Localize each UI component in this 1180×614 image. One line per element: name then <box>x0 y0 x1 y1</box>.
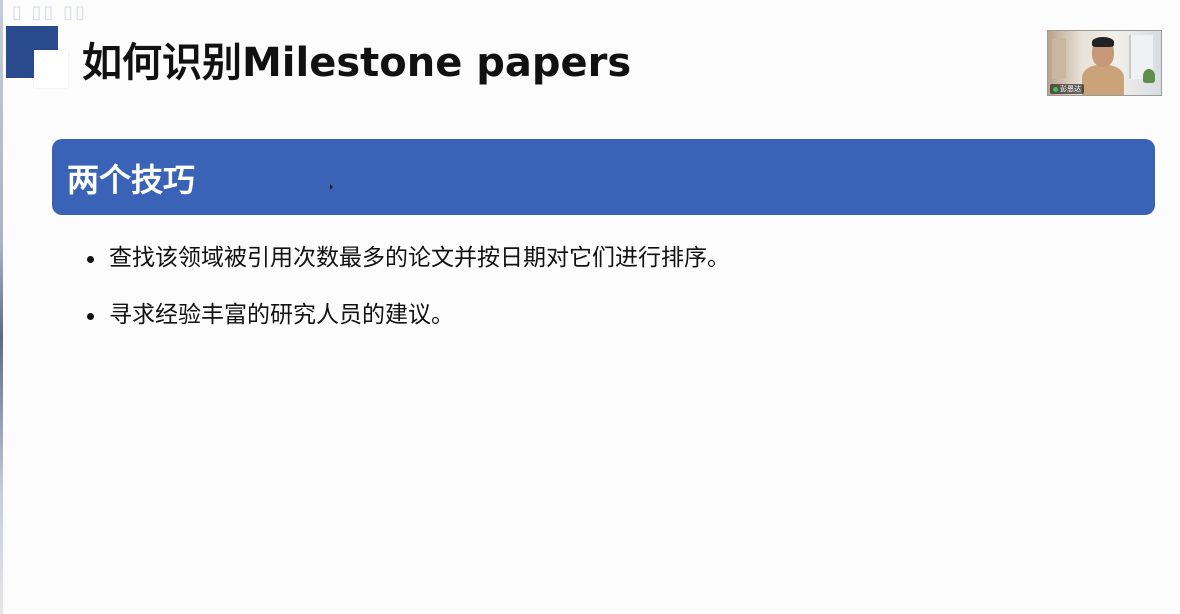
bullet-item: 查找该领域被引用次数最多的论文并按日期对它们进行排序。 <box>82 242 730 275</box>
webcam-background-plant <box>1143 69 1155 83</box>
bullet-text: 查找该领域被引用次数最多的论文并按日期对它们进行排序。 <box>109 245 730 271</box>
mouse-cursor-icon <box>330 184 333 190</box>
bullet-list: 查找该领域被引用次数最多的论文并按日期对它们进行排序。 寻求经验丰富的研究人员的… <box>82 242 730 356</box>
page-title: 如何识别Milestone papers <box>82 40 632 86</box>
section-banner: 两个技巧 <box>52 139 1155 215</box>
decorative-white-square <box>34 50 68 88</box>
bullet-dot-icon <box>87 256 94 263</box>
watermark: ▯ ▯▯ ▯▯ <box>12 2 87 23</box>
webcam-name-label: 彭恩达 <box>1060 85 1081 93</box>
webcam-name-tag: 彭恩达 <box>1050 84 1084 94</box>
bullet-item: 寻求经验丰富的研究人员的建议。 <box>82 299 730 332</box>
section-heading: 两个技巧 <box>67 161 196 199</box>
mic-icon <box>1053 86 1058 92</box>
presenter-body <box>1082 65 1124 95</box>
window-edge <box>0 0 3 614</box>
bullet-dot-icon <box>87 313 94 320</box>
presenter-hair <box>1092 37 1114 47</box>
webcam-background-shelf <box>1052 39 1066 79</box>
presentation-slide: ▯ ▯▯ ▯▯ 如何识别Milestone papers 彭恩达 两个技巧 查找… <box>0 0 1180 614</box>
bullet-text: 寻求经验丰富的研究人员的建议。 <box>109 302 454 328</box>
webcam-video-tile[interactable]: 彭恩达 <box>1047 30 1162 96</box>
